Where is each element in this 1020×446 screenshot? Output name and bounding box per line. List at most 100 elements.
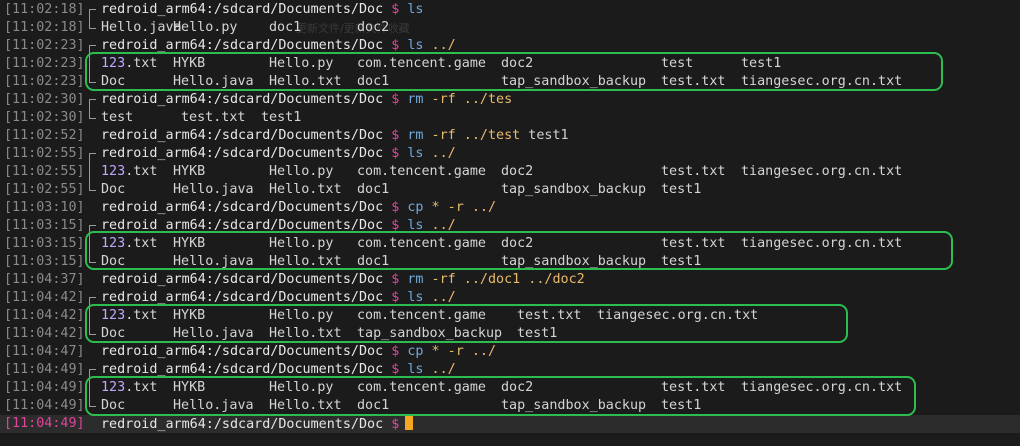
prompt-host: redroid_arm64:/sdcard/Documents/Doc [101, 344, 384, 359]
command: ls [399, 290, 424, 305]
timestamp: [11:02:30] [4, 92, 85, 107]
prompt: redroid_arm64:/sdcard/Documents/Doc $ ls… [101, 145, 456, 163]
file-entry: Hello.java [173, 182, 254, 197]
timestamp: [11:02:18] [4, 2, 85, 17]
file-entry: doc1 [357, 182, 390, 197]
command-argument: -r [439, 200, 464, 215]
file-entry: Hello.txt [269, 182, 342, 197]
highlight-box-1 [85, 52, 943, 91]
timestamp: [11:02:55] [4, 164, 85, 179]
command-argument: test1 [520, 128, 569, 143]
command: ls [399, 2, 424, 17]
timestamp: [11:02:23] [4, 74, 85, 89]
timestamp: [11:04:42] [4, 308, 85, 323]
command-argument: -rf [423, 128, 456, 143]
command: ls [399, 146, 424, 161]
timestamp: [11:04:49] [4, 362, 85, 377]
command-argument: ../ [423, 146, 456, 161]
command-argument: -rf [423, 92, 456, 107]
file-entry: doc2 [357, 20, 390, 35]
prompt-symbol: $ [383, 272, 400, 287]
prompt: redroid_arm64:/sdcard/Documents/Doc $ [101, 415, 414, 434]
prompt-symbol: $ [383, 146, 400, 161]
prompt-host: redroid_arm64:/sdcard/Documents/Doc [101, 92, 384, 107]
output-line: [11:02:18] Hello.java Hello.py doc1 doc2 [0, 19, 1020, 37]
prompt: redroid_arm64:/sdcard/Documents/Doc $ ls [101, 1, 423, 19]
prompt-line: [11:03:10] redroid_arm64:/sdcard/Document… [0, 199, 1020, 217]
command: rm [399, 92, 424, 107]
prompt-host: redroid_arm64:/sdcard/Documents/Doc [101, 417, 384, 432]
file-entry: Hello.py [269, 164, 334, 179]
output-line: [11:02:55] Doc Hello.java Hello.txt doc1 tap_… [0, 181, 1020, 199]
bracket-connector [89, 181, 96, 191]
prompt-symbol: $ [383, 92, 400, 107]
timestamp: [11:02:52] [4, 128, 85, 143]
file-entry: Hello.java [101, 20, 182, 35]
prompt-host: redroid_arm64:/sdcard/Documents/Doc [101, 362, 384, 377]
file-entry: HYKB [173, 164, 206, 179]
timestamp: [11:03:10] [4, 200, 85, 215]
file-entry: test.txt [181, 110, 246, 125]
timestamp: [11:03:15] [4, 236, 85, 251]
timestamp: [11:02:30] [4, 110, 85, 125]
prompt-line: [11:02:52] redroid_arm64:/sdcard/Document… [0, 127, 1020, 145]
prompt-line: [11:04:49] redroid_arm64:/sdcard/Document… [0, 415, 1020, 433]
timestamp: [11:02:23] [4, 38, 85, 53]
prompt: redroid_arm64:/sdcard/Documents/Doc $ rm… [101, 127, 569, 145]
timestamp: [11:04:47] [4, 344, 85, 359]
bracket-connector [89, 109, 96, 119]
command-argument: ../ [423, 290, 456, 305]
file-entry: tap_sandbox_backup [501, 182, 647, 197]
timestamp: [11:04:49] [4, 398, 85, 413]
command: rm [399, 272, 424, 287]
output-line: [11:02:55] 123.txt HYKB Hello.py com.tencent… [0, 163, 1020, 181]
prompt-symbol: $ [383, 128, 400, 143]
timestamp: [11:04:37] [4, 272, 85, 287]
command-argument: * [423, 344, 440, 359]
prompt-host: redroid_arm64:/sdcard/Documents/Doc [101, 200, 384, 215]
file-entry: test.txt [661, 164, 726, 179]
prompt-host: redroid_arm64:/sdcard/Documents/Doc [101, 146, 384, 161]
command: ls [399, 38, 424, 53]
bracket-connector [89, 19, 96, 29]
timestamp: [11:04:49] [4, 380, 85, 395]
file-entry: doc1 [269, 20, 302, 35]
file-entry: test [101, 110, 134, 125]
prompt-line: [11:02:30] redroid_arm64:/sdcard/Document… [0, 91, 1020, 110]
timestamp: [11:04:49] [4, 416, 85, 431]
prompt: redroid_arm64:/sdcard/Documents/Doc $ cp… [101, 199, 496, 217]
timestamp: [11:02:23] [4, 56, 85, 71]
command-argument: -r [439, 344, 464, 359]
file-entry: doc2 [501, 164, 534, 179]
timestamp: [11:02:55] [4, 146, 85, 161]
file-entry: test1 [261, 110, 302, 125]
prompt-line: [11:04:37] redroid_arm64:/sdcard/Document… [0, 271, 1020, 289]
command-argument: ../doc1 [455, 272, 521, 287]
prompt-symbol: $ [383, 362, 400, 377]
file-entry: test1 [661, 182, 702, 197]
prompt-symbol: $ [383, 200, 400, 215]
command-argument: ../ [463, 344, 497, 359]
timestamp: [11:03:15] [4, 218, 85, 233]
command-argument: * [423, 200, 440, 215]
output-line: [11:02:30] test test.txt test1 [0, 109, 1020, 127]
prompt: redroid_arm64:/sdcard/Documents/Doc $ cp… [101, 343, 496, 361]
command-argument: ../test [455, 128, 521, 143]
file-entry: com.tencent.game [357, 164, 486, 179]
command: rm [399, 128, 424, 143]
command-argument: ../doc2 [520, 272, 585, 287]
timestamp: [11:03:15] [4, 254, 85, 269]
prompt-symbol: $ [383, 344, 400, 359]
bracket-connector [89, 163, 96, 181]
prompt-symbol: $ [383, 38, 400, 53]
timestamp: [11:04:42] [4, 326, 85, 341]
file-entry: 123.txt [101, 164, 158, 179]
prompt-line: [11:02:55] redroid_arm64:/sdcard/Document… [0, 145, 1020, 164]
prompt-line: [11:02:18] redroid_arm64:/sdcard/Document… [0, 1, 1020, 20]
highlight-box-2 [85, 231, 953, 270]
prompt-host: redroid_arm64:/sdcard/Documents/Doc [101, 290, 384, 305]
file-entry: tiangesec.org.cn.txt [741, 164, 903, 179]
command-argument: ../ [423, 362, 456, 377]
text-cursor[interactable] [405, 415, 414, 430]
terminal-window[interactable]: 更新文件/更新文件收藏 [11:02:18] redroid_arm64:/sdc… [0, 0, 1020, 446]
